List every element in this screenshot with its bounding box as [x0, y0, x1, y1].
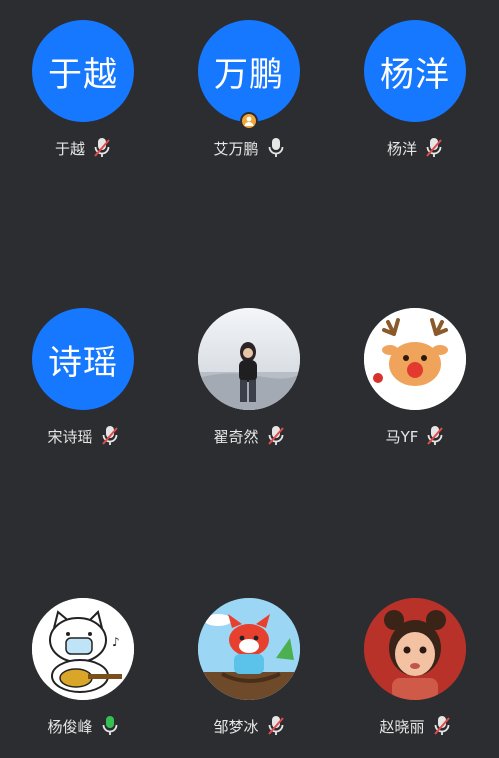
participant-tile[interactable]: 诗瑶 宋诗瑶: [0, 308, 166, 468]
avatar[interactable]: 诗瑶: [32, 308, 134, 410]
mic-on-icon: [268, 138, 283, 157]
participant-tile[interactable]: ♪ 杨俊峰: [0, 598, 166, 758]
mic-muted-icon: [94, 138, 110, 157]
participant-name-row: 赵晓丽: [332, 714, 498, 738]
girl-3d-avatar-image: [364, 598, 466, 700]
participant-name: 邹梦冰: [213, 717, 259, 736]
participant-tile[interactable]: 赵晓丽: [332, 598, 498, 758]
avatar-photo[interactable]: ♪: [32, 598, 134, 700]
mic-muted-icon: [267, 426, 284, 445]
avatar-photo[interactable]: [364, 598, 466, 700]
participant-name-row: 艾万鹏: [166, 136, 332, 160]
participant-name-row: 翟奇然: [166, 424, 332, 448]
participant-tile[interactable]: 万鹏 艾万鹏: [166, 20, 332, 180]
avatar[interactable]: 杨洋: [364, 20, 466, 122]
participant-name: 艾万鹏: [213, 139, 259, 158]
participant-name-row: 宋诗瑶: [0, 424, 166, 448]
svg-text:♪: ♪: [112, 635, 121, 649]
participant-name: 赵晓丽: [379, 717, 425, 736]
avatar-initials: 于越: [48, 54, 118, 95]
participant-tile[interactable]: 翟奇然: [166, 308, 332, 468]
fox-cartoon-avatar-image: [198, 598, 300, 700]
participant-name-row: 杨洋: [332, 136, 498, 160]
participant-name: 杨俊峰: [47, 717, 93, 736]
participant-tile[interactable]: 杨洋 杨洋: [332, 20, 498, 180]
participant-tile[interactable]: 邹梦冰: [166, 598, 332, 758]
avatar-photo[interactable]: [198, 598, 300, 700]
avatar-photo[interactable]: [198, 308, 300, 410]
participant-name-row: 于越: [0, 136, 166, 160]
participant-name: 杨洋: [386, 139, 417, 158]
avatar[interactable]: 于越: [32, 20, 134, 122]
cat-guitar-avatar-image: ♪: [32, 598, 134, 700]
avatar-initials: 杨洋: [380, 54, 450, 95]
participant-name-row: 杨俊峰: [0, 714, 166, 738]
mic-muted-icon: [267, 716, 284, 735]
avatar[interactable]: 万鹏: [198, 20, 300, 122]
person-photo-image: [198, 308, 300, 410]
participant-name: 马YF: [385, 427, 419, 446]
participant-tile[interactable]: 马YF: [332, 308, 498, 468]
avatar-initials: 诗瑶: [48, 342, 118, 383]
avatar-initials: 万鹏: [214, 54, 284, 95]
reindeer-avatar-image: [364, 308, 466, 410]
host-badge-icon: [240, 112, 258, 130]
participant-tile[interactable]: 于越 于越: [0, 20, 166, 180]
participant-name: 宋诗瑶: [47, 427, 93, 446]
participant-name-row: 邹梦冰: [166, 714, 332, 738]
participant-name-row: 马YF: [332, 424, 498, 448]
mic-active-icon: [102, 716, 117, 735]
mic-muted-icon: [426, 138, 442, 157]
mic-muted-icon: [433, 716, 450, 735]
mic-muted-icon: [427, 426, 444, 445]
participant-name: 翟奇然: [213, 427, 259, 446]
avatar-photo[interactable]: [364, 308, 466, 410]
participant-name: 于越: [54, 139, 85, 158]
mic-muted-icon: [101, 426, 118, 445]
